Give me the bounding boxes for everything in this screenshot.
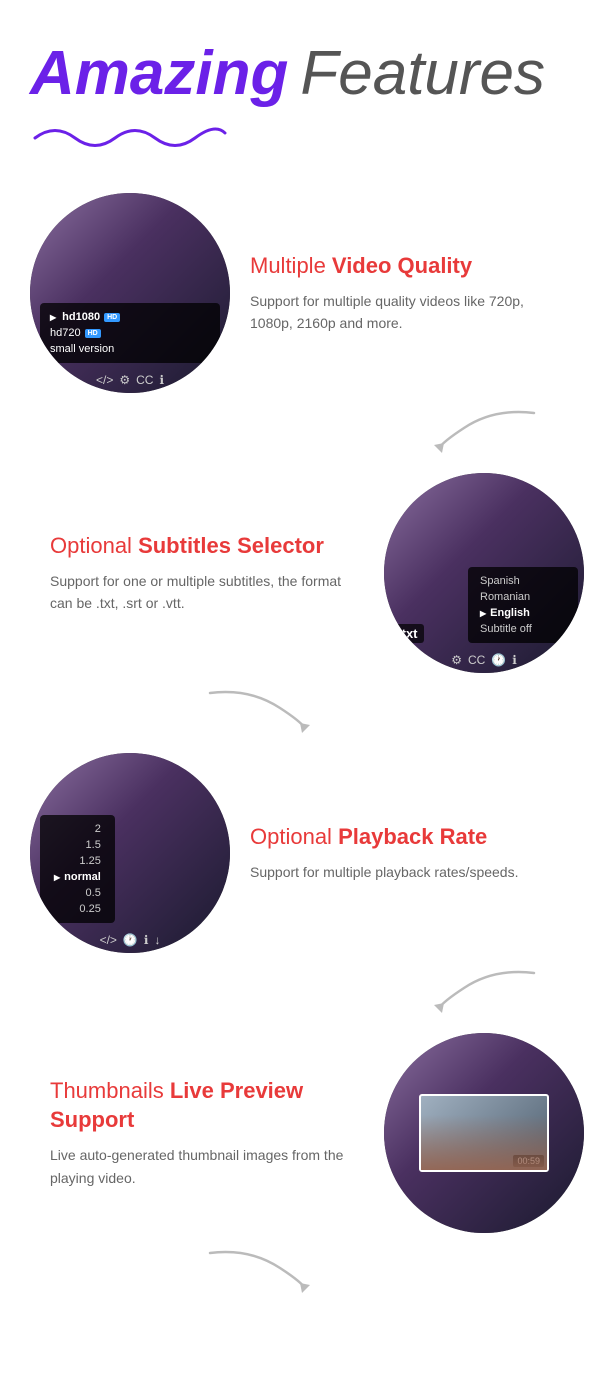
vq-ctrl-cc: CC [136, 373, 153, 387]
feature-playback-rate: 2 1.5 1.25 normal 0.5 0.25 </> 🕐 ℹ ↓ [30, 753, 584, 1013]
sub-item-off: Subtitle off [480, 621, 566, 637]
pr-ctrl-code: </> [100, 933, 117, 947]
pr-title-prefix: Optional [250, 824, 338, 849]
vq-play-icon: ▶ [50, 313, 56, 322]
pr-ctrl-clock: 🕐 [123, 933, 138, 947]
feature-row-vq: ▶ hd1080 HD hd720 HD small version [30, 193, 584, 393]
th-circle-image: 00:59 [384, 1033, 584, 1233]
sub-circle-image: .txt Spanish Romanian English Subtitle o… [384, 473, 584, 673]
pr-item-1-25: 1.25 [54, 853, 101, 869]
vq-hd-badge-1080: HD [104, 313, 120, 322]
sub-controls-bar: ⚙ CC 🕐 ℹ [384, 653, 584, 667]
sub-ctrl-info: ℹ [512, 653, 517, 667]
th-mock-bg: 00:59 [384, 1033, 584, 1233]
th-arrow [30, 1243, 584, 1293]
pr-title-bold: Playback Rate [338, 824, 487, 849]
vq-ctrl-code: </> [96, 373, 113, 387]
pr-item-1-5: 1.5 [54, 837, 101, 853]
sub-overlay: Spanish Romanian English Subtitle off [468, 567, 578, 643]
pr-controls-bar: </> 🕐 ℹ ↓ [30, 933, 230, 947]
th-feature-title: Thumbnails Live Preview Support [50, 1077, 364, 1134]
th-feature-desc: Live auto-generated thumbnail images fro… [50, 1144, 364, 1189]
vq-hd-badge-720: HD [85, 329, 101, 338]
feature-row-sub: .txt Spanish Romanian English Subtitle o… [30, 473, 584, 673]
vq-title-prefix: Multiple [250, 253, 332, 278]
pr-item-0-25: 0.25 [54, 901, 101, 917]
pr-item-normal: normal [54, 869, 101, 885]
sub-ctrl-gear: ⚙ [451, 653, 462, 667]
pr-feature-desc: Support for multiple playback rates/spee… [250, 861, 564, 883]
sub-feature-title: Optional Subtitles Selector [50, 532, 364, 561]
pr-item-0-5: 0.5 [54, 885, 101, 901]
squiggle-decoration [30, 118, 584, 153]
sub-item-english: English [480, 605, 566, 621]
pr-ctrl-info: ℹ [144, 933, 149, 947]
vq-title-bold: Video Quality [332, 253, 472, 278]
vq-label-small: small version [50, 343, 114, 355]
pr-feature-text: Optional Playback Rate Support for multi… [230, 823, 584, 884]
sub-title-bold: Subtitles Selector [138, 533, 324, 558]
hero-amazing: Amazing [30, 39, 288, 108]
hero-title: AmazingFeatures [30, 40, 584, 108]
sub-txt-badge: .txt [392, 624, 424, 643]
sub-item-romanian: Romanian [480, 589, 566, 605]
vq-ctrl-info: ℹ [159, 373, 164, 387]
vq-label-hd1080: hd1080 [62, 311, 100, 323]
sub-feature-text: Optional Subtitles Selector Support for … [30, 532, 384, 615]
th-people-bg [421, 1115, 547, 1170]
feature-row-th: 00:59 Thumbnails Live Preview Support Li… [30, 1033, 584, 1233]
pr-ctrl-down: ↓ [154, 933, 160, 947]
vq-arrow [30, 403, 584, 453]
sub-feature-desc: Support for one or multiple subtitles, t… [50, 570, 364, 615]
feature-subtitles: .txt Spanish Romanian English Subtitle o… [30, 473, 584, 733]
vq-controls-bar: </> ⚙ CC ℹ [30, 373, 230, 387]
pr-item-2: 2 [54, 821, 101, 837]
vq-feature-title: Multiple Video Quality [250, 252, 564, 281]
pr-feature-title: Optional Playback Rate [250, 823, 564, 852]
hero-features: Features [300, 39, 545, 108]
feature-thumbnails: 00:59 Thumbnails Live Preview Support Li… [30, 1033, 584, 1293]
sub-item-spanish: Spanish [480, 573, 566, 589]
th-title-prefix: Thumbnails [50, 1078, 170, 1103]
pr-circle-image: 2 1.5 1.25 normal 0.5 0.25 </> 🕐 ℹ ↓ [30, 753, 230, 953]
sub-mock-bg: .txt Spanish Romanian English Subtitle o… [384, 473, 584, 673]
sub-title-prefix: Optional [50, 533, 138, 558]
feature-video-quality: ▶ hd1080 HD hd720 HD small version [30, 193, 584, 453]
th-preview-box: 00:59 [419, 1094, 549, 1172]
vq-feature-text: Multiple Video Quality Support for multi… [230, 252, 584, 335]
th-feature-text: Thumbnails Live Preview Support Live aut… [30, 1077, 384, 1189]
pr-arrow [30, 963, 584, 1013]
vq-label-hd720: hd720 [50, 327, 81, 339]
sub-arrow [30, 683, 584, 733]
pr-overlay: 2 1.5 1.25 normal 0.5 0.25 [40, 815, 115, 923]
vq-mock-bg: ▶ hd1080 HD hd720 HD small version [30, 193, 230, 393]
pr-mock-bg: 2 1.5 1.25 normal 0.5 0.25 </> 🕐 ℹ ↓ [30, 753, 230, 953]
vq-item-small: small version [50, 341, 210, 357]
vq-overlay: ▶ hd1080 HD hd720 HD small version [40, 303, 220, 363]
vq-item-hd1080: ▶ hd1080 HD [50, 309, 210, 325]
feature-row-pr: 2 1.5 1.25 normal 0.5 0.25 </> 🕐 ℹ ↓ [30, 753, 584, 953]
vq-circle-image: ▶ hd1080 HD hd720 HD small version [30, 193, 230, 393]
vq-feature-desc: Support for multiple quality videos like… [250, 290, 564, 335]
page-wrapper: AmazingFeatures ▶ hd1080 HD hd720 [0, 0, 614, 1373]
sub-ctrl-cc: CC [468, 653, 485, 667]
sub-ctrl-clock: 🕐 [491, 653, 506, 667]
vq-ctrl-gear: ⚙ [119, 373, 130, 387]
vq-item-hd720: hd720 HD [50, 325, 210, 341]
